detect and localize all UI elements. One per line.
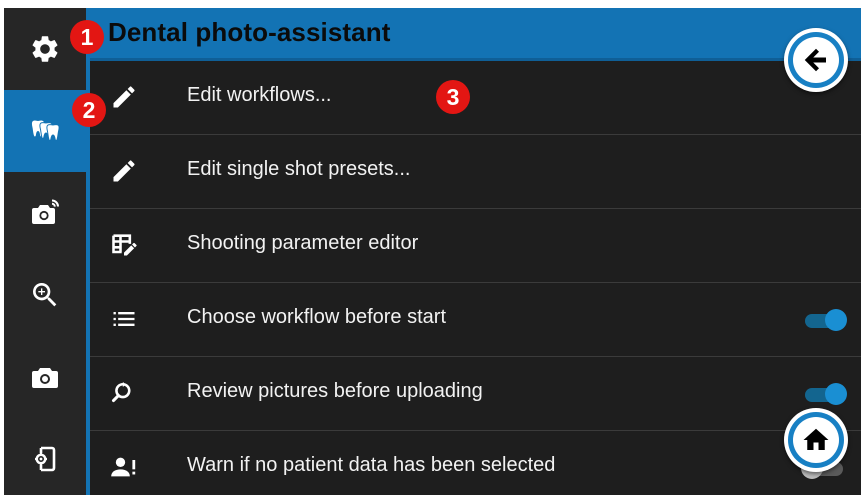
toggle-knob — [825, 383, 847, 405]
menu-item-label: Review pictures before uploading — [187, 380, 483, 402]
gear-icon — [32, 36, 58, 62]
app-window: Dental photo-assistant Edit workflows...… — [4, 8, 861, 495]
sidebar-item-settings[interactable] — [4, 8, 86, 90]
sidebar-item-wireless-camera[interactable] — [4, 172, 86, 254]
sidebar-item-camera[interactable] — [4, 336, 86, 418]
sidebar — [4, 8, 86, 495]
pencil-icon — [113, 160, 135, 182]
menu-item-label: Edit workflows... — [187, 84, 332, 106]
review-search-icon — [111, 381, 131, 403]
back-button[interactable] — [784, 28, 848, 92]
annotation-badge-3: 3 — [436, 80, 470, 114]
menu-item-parameter-editor[interactable]: Shooting parameter editor — [90, 209, 861, 283]
table-edit-icon — [112, 234, 137, 256]
pencil-icon — [113, 86, 135, 108]
list-icon — [113, 312, 135, 326]
annotation-badge-2: 2 — [72, 93, 106, 127]
menu-item-label: Shooting parameter editor — [187, 232, 419, 254]
annotation-badge-1: 1 — [70, 20, 104, 54]
toggle-knob — [825, 309, 847, 331]
choose-workflow-toggle[interactable] — [801, 309, 847, 331]
menu-item-label: Edit single shot presets... — [187, 158, 411, 180]
home-button[interactable] — [784, 408, 848, 472]
page-title: Dental photo-assistant — [108, 17, 391, 47]
back-button-ring — [788, 32, 844, 88]
menu-item-warn-patient[interactable]: Warn if no patient data has been selecte… — [90, 431, 861, 495]
review-pictures-toggle[interactable] — [801, 383, 847, 405]
camera-icon — [32, 368, 58, 388]
menu-item-choose-workflow[interactable]: Choose workflow before start — [90, 283, 861, 357]
arrow-left-icon — [804, 48, 826, 72]
exit-settings-icon — [35, 446, 56, 472]
menu-item-edit-workflows[interactable]: Edit workflows... — [90, 61, 861, 135]
sidebar-item-exit[interactable] — [4, 418, 86, 495]
home-button-inner — [793, 417, 839, 463]
home-button-ring — [788, 412, 844, 468]
settings-list: Edit workflows... Edit single shot prese… — [90, 61, 861, 495]
menu-item-label: Warn if no patient data has been selecte… — [187, 454, 556, 476]
sidebar-item-zoom[interactable] — [4, 254, 86, 336]
header-bar: Dental photo-assistant — [90, 8, 861, 61]
zoom-in-icon — [33, 283, 57, 307]
teeth-icon — [31, 120, 60, 141]
back-button-inner — [793, 37, 839, 83]
menu-item-review-pictures[interactable]: Review pictures before uploading — [90, 357, 861, 431]
home-icon — [803, 428, 829, 450]
patient-alert-icon — [111, 457, 136, 477]
camera-wireless-icon — [32, 199, 59, 224]
menu-item-label: Choose workflow before start — [187, 306, 447, 328]
menu-item-edit-presets[interactable]: Edit single shot presets... — [90, 135, 861, 209]
